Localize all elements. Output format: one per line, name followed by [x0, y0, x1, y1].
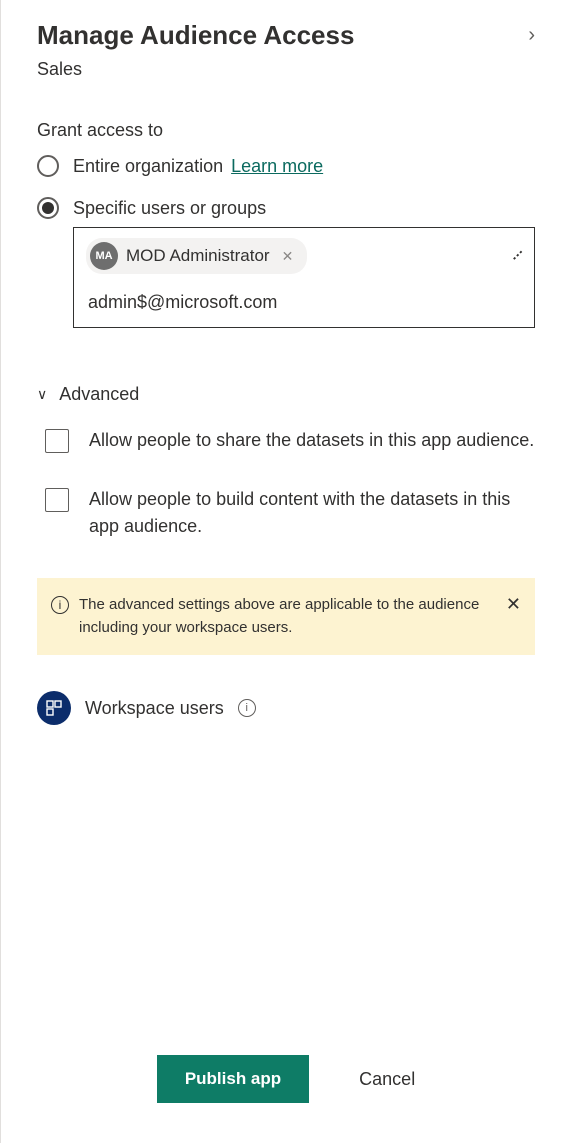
info-icon: i — [51, 596, 69, 614]
info-banner: i The advanced settings above are applic… — [37, 578, 535, 655]
radio-specific-users-label: Specific users or groups — [73, 198, 266, 219]
workspace-icon — [37, 691, 71, 725]
radio-entire-organization[interactable] — [37, 155, 59, 177]
people-picker[interactable]: MA MOD Administrator ✕ ⁝ — [73, 227, 535, 328]
remove-chip-icon[interactable]: ✕ — [278, 248, 298, 265]
checkbox-allow-build-label: Allow people to build content with the d… — [89, 486, 535, 540]
checkbox-allow-build[interactable] — [45, 488, 69, 512]
chip-name: MOD Administrator — [126, 246, 270, 266]
advanced-expander[interactable]: ∨ Advanced — [37, 384, 535, 405]
chevron-down-icon: ∨ — [37, 386, 47, 403]
panel-title: Manage Audience Access — [37, 20, 354, 51]
collapse-panel-icon[interactable]: › — [528, 24, 535, 47]
learn-more-link[interactable]: Learn more — [231, 156, 323, 177]
workspace-users-label: Workspace users — [85, 698, 224, 719]
panel-subtitle: Sales — [37, 59, 535, 80]
info-banner-text: The advanced settings above are applicab… — [79, 594, 496, 639]
people-picker-input[interactable] — [86, 288, 522, 317]
cancel-button[interactable]: Cancel — [359, 1069, 415, 1090]
advanced-label: Advanced — [59, 384, 139, 405]
checkbox-allow-share-label: Allow people to share the datasets in th… — [89, 427, 534, 454]
checkbox-allow-share[interactable] — [45, 429, 69, 453]
user-chip: MA MOD Administrator ✕ — [86, 238, 307, 274]
avatar: MA — [90, 242, 118, 270]
picker-menu-icon[interactable]: ⁝ — [508, 246, 528, 266]
radio-specific-users[interactable] — [37, 197, 59, 219]
workspace-info-icon[interactable]: i — [238, 699, 256, 717]
radio-entire-organization-label: Entire organization — [73, 156, 223, 177]
publish-app-button[interactable]: Publish app — [157, 1055, 309, 1103]
grant-access-label: Grant access to — [37, 120, 535, 141]
close-banner-icon[interactable]: ✕ — [506, 594, 521, 615]
